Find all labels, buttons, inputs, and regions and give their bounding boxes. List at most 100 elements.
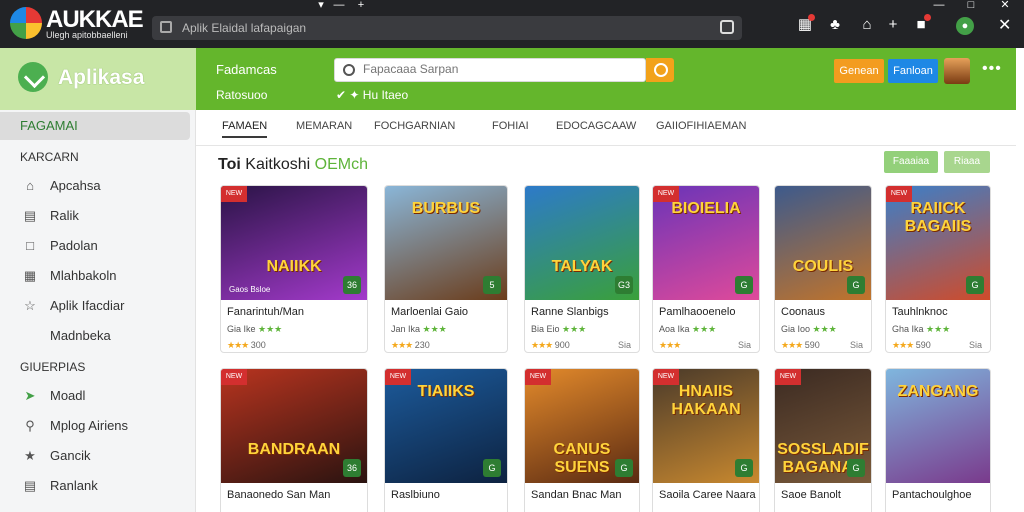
app-card[interactable]: CANUS SUENS NEW G Sandan Bnac Man <box>524 368 640 512</box>
app-thumbnail[interactable]: BANDRAAN NEW 36 <box>221 369 367 483</box>
app-thumbnail[interactable]: BIOIELIA NEW G <box>653 186 759 300</box>
add-icon[interactable]: + <box>884 16 902 34</box>
sidebar-item[interactable]: ☆ Aplik Ifacdiar <box>22 294 192 318</box>
app-card[interactable]: TIAIIKS NEW G Raslbiuno <box>384 368 508 512</box>
address-bar[interactable]: Aplik Elaidal lafapaigan <box>152 16 742 40</box>
app-title[interactable]: Pantachoulghoe <box>892 489 972 501</box>
app-card[interactable]: RAIICK BAGAIIS NEW G Tauhlnknoc Gha Ika ★★★ ★… <box>885 185 991 353</box>
tab-5[interactable]: EDOCAGCAAW <box>556 120 636 132</box>
app-thumbnail[interactable]: HNAIIS HAKAAN NEW G <box>653 369 759 483</box>
app-thumbnail[interactable]: COULIS G <box>775 186 871 300</box>
app-extra-info: Sia <box>617 340 631 350</box>
app-title[interactable]: Ranne Slanbigs <box>531 306 609 318</box>
tag-icon: ▦ <box>23 268 37 283</box>
sidebar-item[interactable]: ▦ Mlahbakoln <box>22 264 192 288</box>
window-close-icon[interactable]: ✕ <box>996 0 1014 14</box>
app-subtitle-text: Aoa Ika <box>659 324 690 334</box>
more-options-icon[interactable]: ••• <box>982 60 1002 78</box>
app-thumbnail[interactable]: SOSSLADIF BAGANAS NEW G <box>775 369 871 483</box>
home-icon[interactable]: ⌂ <box>858 16 876 34</box>
app-subtitle-text: Gia Ioo <box>781 324 811 334</box>
app-thumbnail[interactable]: CANUS SUENS NEW G <box>525 369 639 483</box>
app-thumbnail[interactable]: TIAIIKS NEW G <box>385 369 507 483</box>
sidebar-item-active[interactable]: FAGAMAI <box>0 112 190 140</box>
search-box[interactable] <box>334 58 646 82</box>
app-title[interactable]: Fanarintuh/Man <box>227 306 304 318</box>
app-title[interactable]: Coonaus <box>781 306 825 318</box>
sidebar-item[interactable]: ⚲ Mplog Airiens <box>22 414 192 438</box>
filter-button[interactable]: Faaaiaa <box>884 151 938 173</box>
user-avatar[interactable] <box>944 58 970 84</box>
thumbnail-caption: Gaos Bsloe <box>229 285 271 294</box>
app-title[interactable]: Saoila Caree Naara <box>659 489 756 501</box>
app-subtitle: Gia Ioo ★★★ <box>781 324 837 335</box>
alert-badge <box>924 14 931 21</box>
brand-tagline: Ulegh apitobbaelleni <box>46 30 128 40</box>
home-icon: ⌂ <box>26 178 34 193</box>
app-card[interactable]: TALYAK G3 Ranne Slanbigs Bia Eio ★★★ ★★★ 900… <box>524 185 640 353</box>
sidebar-item-label: Madnbeka <box>50 328 111 343</box>
app-title[interactable]: Raslbiuno <box>391 489 440 501</box>
sidebar-item[interactable]: □ Padolan <box>22 234 192 258</box>
chevron-down-icon[interactable]: ▾ <box>312 0 330 14</box>
app-card[interactable]: BANDRAAN NEW 36 Banaonedo San Man <box>220 368 368 512</box>
tab-4[interactable]: FOHIAI <box>492 120 529 132</box>
app-thumbnail[interactable]: RAIICK BAGAIIS NEW G <box>886 186 990 300</box>
minimize-icon[interactable]: — <box>330 0 348 14</box>
app-extra-info: Sia <box>849 340 863 350</box>
share-icon[interactable] <box>720 20 734 34</box>
app-subtitle: Gia Ike ★★★ <box>227 324 282 335</box>
primary-action-button[interactable]: Genean <box>834 59 884 83</box>
sort-button[interactable]: Riaaa <box>944 151 990 173</box>
profile-avatar[interactable]: ● <box>956 17 974 35</box>
thumbnail-art-title: ZANGANG <box>897 383 979 400</box>
sidebar-item[interactable]: Madnbeka <box>22 324 192 348</box>
app-title[interactable]: Pamlhaooenelo <box>659 306 735 318</box>
sidebar-item-label: Gancik <box>50 448 91 463</box>
sidebar-item[interactable]: ⌂ Apcahsa <box>22 174 192 198</box>
close-icon[interactable]: ✕ <box>998 15 1011 35</box>
app-title[interactable]: Tauhlnknoc <box>892 306 948 318</box>
address-text[interactable]: Aplik Elaidal lafapaigan <box>182 21 306 35</box>
stars-icon: ★★★ <box>892 340 914 350</box>
chart-icon: ▤ <box>23 208 37 223</box>
app-title[interactable]: Saoe Banolt <box>781 489 841 501</box>
secondary-action-button[interactable]: Fanloan <box>888 59 938 83</box>
app-card[interactable]: NAIIKK NEW Gaos Bsloe 36 Fanarintuh/Man Gia I… <box>220 185 368 353</box>
app-card[interactable]: SOSSLADIF BAGANAS NEW G Saoe Banolt <box>774 368 872 512</box>
tab-1[interactable]: FAMAEN <box>222 120 268 138</box>
app-thumbnail[interactable]: NAIIKK NEW Gaos Bsloe 36 <box>221 186 367 300</box>
sidebar-item[interactable]: ➤ Moadl <box>22 384 192 408</box>
app-card[interactable]: COULIS G Coonaus Gia Ioo ★★★ ★★★ 590 Sia <box>774 185 872 353</box>
window-minimize-icon[interactable]: — <box>930 0 948 14</box>
new-ribbon: NEW <box>775 369 801 385</box>
app-card[interactable]: HNAIIS HAKAAN NEW G Saoila Caree Naara <box>652 368 760 512</box>
puzzle-icon[interactable]: ♣ <box>826 16 844 34</box>
stars-icon: ★★★ <box>422 324 447 334</box>
app-card[interactable]: BURBUS 5 Marloenlai Gaio Jan Ika ★★★ ★★★ 230 <box>384 185 508 353</box>
app-thumbnail[interactable]: TALYAK G3 <box>525 186 639 300</box>
tab-2[interactable]: MEMARAN <box>296 120 352 132</box>
window-maximize-icon[interactable]: □ <box>962 0 980 14</box>
sidebar-item-label: Padolan <box>50 238 98 253</box>
sidebar-item[interactable]: ▤ Ralik <box>22 204 192 228</box>
rating-badge: 36 <box>343 276 361 294</box>
app-title[interactable]: Marloenlai Gaio <box>391 306 468 318</box>
search-input[interactable] <box>363 62 633 76</box>
tab-3[interactable]: FOCHGARNIAN <box>374 120 455 132</box>
app-card[interactable]: ZANGANG Pantachoulghoe <box>885 368 991 512</box>
rating-count: 590 <box>915 340 931 350</box>
app-thumbnail[interactable]: ZANGANG <box>886 369 990 483</box>
search-button[interactable] <box>646 58 674 82</box>
app-thumbnail[interactable]: BURBUS 5 <box>385 186 507 300</box>
app-card[interactable]: BIOIELIA NEW G Pamlhaooenelo Aoa Ika ★★★ ★★★ … <box>652 185 760 353</box>
header-title: Fadamcas <box>216 62 277 77</box>
tab-6[interactable]: GAIIOFIHIAEMAN <box>656 120 746 132</box>
stars-icon: ★★★ <box>531 340 553 350</box>
new-tab-icon[interactable]: + <box>352 0 370 14</box>
app-title[interactable]: Sandan Bnac Man <box>531 489 622 501</box>
app-title[interactable]: Banaonedo San Man <box>227 489 330 501</box>
thumbnail-art-title: COULIS <box>792 258 854 275</box>
sidebar-item[interactable]: ▤ Ranlank <box>22 474 192 498</box>
sidebar-item[interactable]: ★ Gancik <box>22 444 192 468</box>
